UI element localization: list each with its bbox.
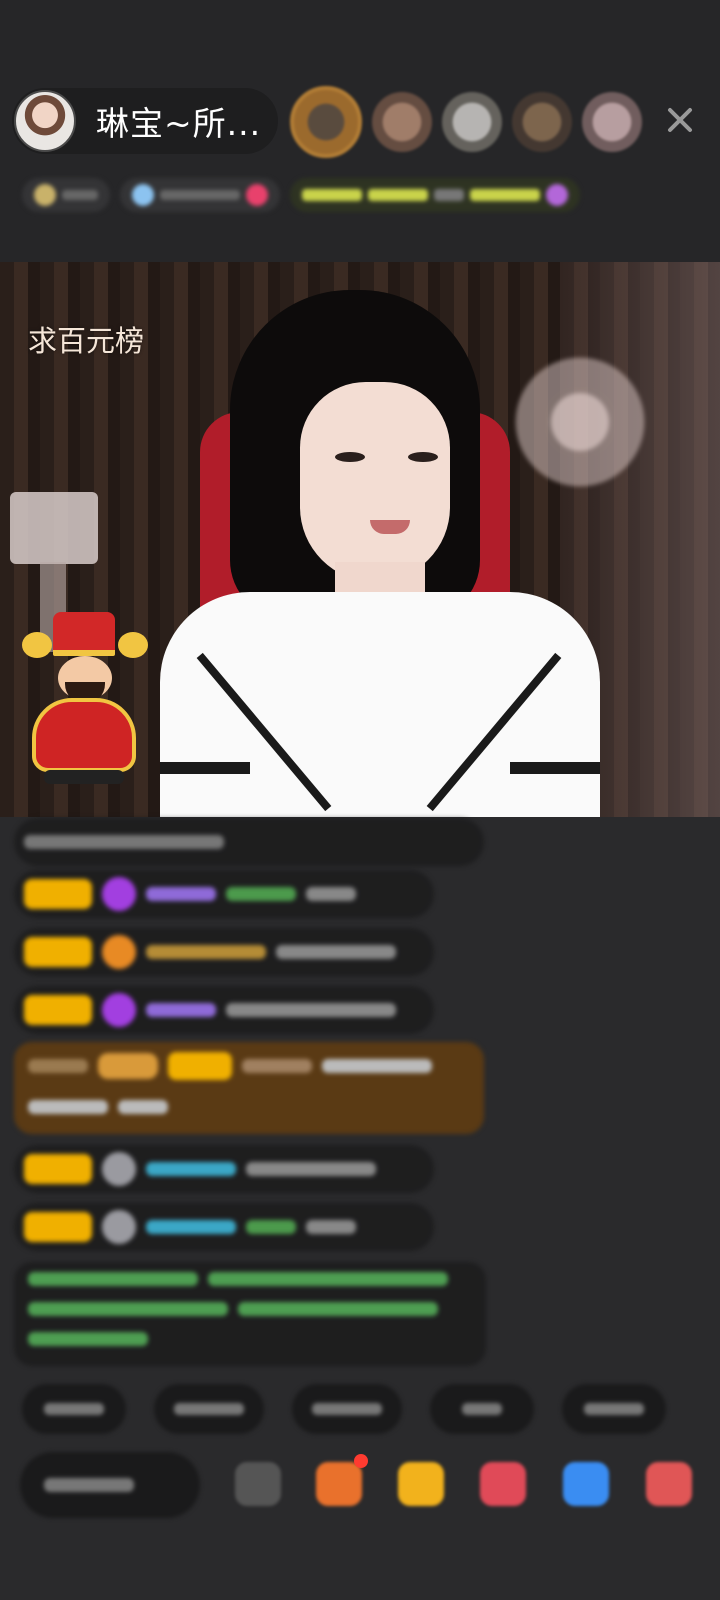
- heart-gift-icon[interactable]: [480, 1462, 526, 1506]
- chat-message[interactable]: [14, 818, 484, 866]
- level-badge: [24, 1212, 92, 1242]
- close-button[interactable]: [660, 100, 700, 140]
- chat-message[interactable]: [14, 870, 434, 918]
- top-header: 琳宝~所...: [0, 0, 720, 262]
- gem-icon: [102, 993, 136, 1027]
- level-badge: [24, 879, 92, 909]
- host-name[interactable]: 琳宝~所...: [96, 97, 261, 145]
- chat-message[interactable]: [14, 986, 434, 1034]
- gift-icon[interactable]: [398, 1462, 444, 1506]
- quick-reply-chip[interactable]: [430, 1384, 534, 1434]
- level-badge: [24, 937, 92, 967]
- viewer-avatar[interactable]: [372, 92, 432, 152]
- god-of-wealth-sticker[interactable]: [18, 612, 150, 798]
- rank-chip[interactable]: [290, 178, 580, 212]
- chat-message[interactable]: [14, 928, 434, 976]
- top-viewers-list: [290, 86, 652, 158]
- level-badge: [24, 995, 92, 1025]
- heart-icon: [246, 184, 268, 206]
- quick-reply-chip[interactable]: [154, 1384, 264, 1434]
- stat-chip[interactable]: [120, 178, 280, 212]
- more-gifts-icon[interactable]: [646, 1462, 692, 1506]
- system-notice: [14, 1262, 486, 1366]
- game-icon[interactable]: [563, 1462, 609, 1506]
- decor-flower: [480, 322, 680, 522]
- rank-icon: [546, 184, 568, 206]
- chat-message-highlight[interactable]: [14, 1042, 484, 1134]
- level-icon: [34, 184, 56, 206]
- gift-box-icon[interactable]: [316, 1462, 362, 1506]
- quick-reply-row: [22, 1384, 720, 1434]
- stats-row: [22, 172, 702, 218]
- fans-icon: [132, 184, 154, 206]
- orange-badge-icon: [102, 935, 136, 969]
- stream-overlay-text: 求百元榜: [28, 324, 145, 358]
- stat-chip[interactable]: [22, 178, 110, 212]
- user-avatar-icon: [102, 1210, 136, 1244]
- viewer-avatar[interactable]: [290, 86, 362, 158]
- viewer-avatar[interactable]: [512, 92, 572, 152]
- chat-message[interactable]: [14, 1145, 434, 1193]
- host-avatar[interactable]: [14, 90, 76, 152]
- level-badge: [24, 1154, 92, 1184]
- gem-icon: [102, 877, 136, 911]
- host-info-pill[interactable]: 琳宝~所...: [12, 88, 278, 154]
- chat-input[interactable]: [20, 1452, 200, 1518]
- quick-reply-chip[interactable]: [292, 1384, 402, 1434]
- quick-reply-chip[interactable]: [22, 1384, 126, 1434]
- quick-reply-chip[interactable]: [562, 1384, 666, 1434]
- viewer-avatar[interactable]: [442, 92, 502, 152]
- notification-dot: [354, 1454, 368, 1468]
- viewer-avatar[interactable]: [582, 92, 642, 152]
- bottom-toolbar: [0, 1450, 720, 1530]
- user-avatar-icon: [102, 1152, 136, 1186]
- emoji-icon[interactable]: [235, 1462, 281, 1506]
- close-icon: [668, 108, 692, 132]
- chat-message[interactable]: [14, 1203, 434, 1251]
